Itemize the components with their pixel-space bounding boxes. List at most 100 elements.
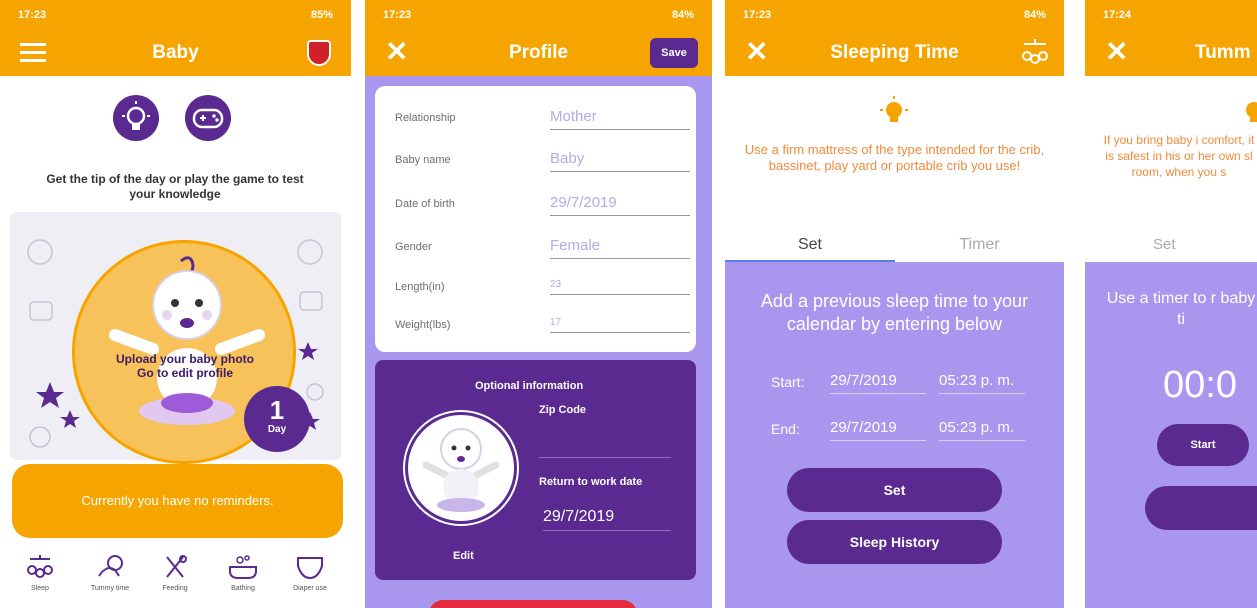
fork-spoon-icon	[166, 555, 187, 578]
nav-sleep[interactable]: Sleep	[20, 554, 60, 592]
app-bar: ✕ Profile Save	[365, 30, 712, 76]
day-number: 1	[269, 395, 285, 425]
profile-screen: 17:23 84% ✕ Profile Save Relationship Mo…	[365, 0, 712, 608]
home-screen: 17:23 85% Baby Get the tip of the day or…	[0, 0, 351, 608]
weight-label: Weight(lbs)	[395, 319, 451, 331]
bathtub-icon	[229, 555, 257, 579]
nav-label: Sleep	[31, 585, 49, 592]
tab-set-indicator	[725, 260, 895, 262]
baby-avatar[interactable]	[405, 412, 517, 524]
reminders-banner[interactable]: Currently you have no reminders.	[12, 464, 343, 538]
date-of-birth-label: Date of birth	[395, 198, 455, 210]
set-button[interactable]: Set	[787, 468, 1002, 512]
status-bar: 17:23 84%	[725, 0, 1064, 30]
nav-label: Feeding	[162, 585, 188, 592]
tummy-instructions: Use a timer to r baby ti	[1106, 290, 1256, 328]
tip-area: If you bring baby i comfort, it is safes…	[1085, 76, 1257, 262]
crest-icon[interactable]	[307, 40, 331, 66]
timer-display: 00:0	[1163, 364, 1237, 406]
lightbulb-icon	[122, 101, 150, 130]
app-bar: ✕ Tumm	[1085, 30, 1257, 76]
weight-field[interactable]: 17	[550, 317, 690, 333]
tip-area: Use a firm mattress of the type intended…	[725, 76, 1064, 262]
nav-label: Tummy time	[90, 585, 130, 592]
mobile-icon	[27, 555, 53, 578]
status-battery: 84%	[1023, 9, 1046, 21]
page-title: Sleeping Time	[830, 42, 959, 63]
diaper-icon	[297, 557, 323, 580]
page-title: Tumm	[1195, 42, 1251, 63]
day-counter: 1 Day	[244, 386, 310, 452]
return-to-work-label: Return to work date	[539, 476, 643, 488]
tummy-tip: If you bring baby i comfort, it is safes…	[1103, 133, 1255, 179]
end-date-field[interactable]: 29/7/2019	[830, 419, 926, 441]
day-label: Day	[267, 424, 287, 435]
status-battery: 85%	[310, 9, 333, 21]
date-of-birth-field[interactable]: 29/7/2019	[550, 194, 690, 216]
app-bar: ✕ Sleeping Time	[725, 30, 1064, 76]
optional-info-panel: Optional information Zip Code Return to …	[375, 360, 696, 580]
start-button[interactable]: Start	[1157, 424, 1249, 466]
tip-button[interactable]	[113, 95, 159, 141]
status-bar: 17:23 85%	[0, 0, 351, 30]
optional-title: Optional information	[475, 380, 584, 392]
zip-field[interactable]	[539, 440, 671, 458]
status-time: 17:23	[383, 9, 412, 21]
nav-diaper[interactable]: Diaper use	[290, 554, 330, 592]
end-time-field[interactable]: 05:23 p. m.	[939, 419, 1025, 441]
edit-photo-link[interactable]: Edit	[453, 550, 474, 562]
save-button[interactable]: Save	[650, 38, 698, 68]
return-to-work-field[interactable]: 29/7/2019	[543, 508, 671, 531]
tab-timer[interactable]: Timer	[895, 236, 1064, 254]
page-title: Baby	[152, 42, 199, 63]
status-bar: 17:24	[1085, 0, 1257, 30]
start-date-field[interactable]: 29/7/2019	[830, 372, 926, 394]
nav-feeding[interactable]: Feeding	[155, 554, 195, 592]
status-time: 17:24	[1103, 9, 1132, 21]
start-label: Start:	[771, 374, 805, 390]
baby-crawl-icon	[98, 555, 123, 577]
game-button[interactable]	[185, 95, 231, 141]
delete-button[interactable]	[429, 600, 637, 608]
length-label: Length(in)	[395, 281, 445, 293]
gender-field[interactable]: Female	[550, 237, 690, 259]
tab-set[interactable]: Set	[725, 236, 895, 254]
length-field[interactable]: 23	[550, 279, 690, 295]
close-icon[interactable]: ✕	[1105, 38, 1128, 66]
nav-tummy-time[interactable]: Tummy time	[88, 554, 132, 592]
stop-button[interactable]	[1145, 486, 1257, 530]
status-time: 17:23	[18, 9, 47, 21]
status-battery: 84%	[671, 9, 694, 21]
sleep-history-button[interactable]: Sleep History	[787, 520, 1002, 564]
nav-bathing[interactable]: Bathing	[223, 554, 263, 592]
status-bar: 17:23 84%	[365, 0, 712, 30]
start-time-field[interactable]: 05:23 p. m.	[939, 372, 1025, 394]
end-label: End:	[771, 421, 800, 437]
upload-photo-text: Upload your baby photo Go to edit profil…	[85, 352, 285, 380]
relationship-label: Relationship	[395, 112, 456, 124]
gamepad-icon	[192, 108, 224, 129]
gender-label: Gender	[395, 241, 432, 253]
nav-label: Diaper use	[293, 585, 327, 592]
mobile-icon	[1020, 38, 1050, 71]
status-time: 17:23	[743, 9, 772, 21]
tab-set[interactable]: Set	[1153, 236, 1176, 253]
nav-label: Bathing	[231, 585, 255, 592]
reminders-text: Currently you have no reminders.	[81, 493, 274, 508]
bottom-nav: Sleep Tummy time Feeding Bathing Diaper …	[0, 548, 351, 608]
upload-line-2: Go to edit profile	[137, 366, 233, 380]
tip-prompt: Get the tip of the day or play the game …	[46, 172, 304, 201]
sleeping-time-screen: 17:23 84% ✕ Sleeping Time Use a firm mat…	[725, 0, 1064, 608]
profile-form: Relationship Mother Baby name Baby Date …	[375, 86, 696, 352]
zip-label: Zip Code	[539, 404, 587, 416]
baby-name-field[interactable]: Baby	[550, 150, 690, 172]
baby-name-label: Baby name	[395, 154, 451, 166]
relationship-field[interactable]: Mother	[550, 108, 690, 130]
sleep-instructions: Add a previous sleep time to your calend…	[760, 291, 1029, 334]
app-bar: Baby	[0, 30, 351, 76]
upload-line-1: Upload your baby photo	[116, 352, 254, 366]
sleep-tip: Use a firm mattress of the type intended…	[744, 142, 1045, 173]
tummy-time-screen: 17:24 ✕ Tumm If you bring baby i comfort…	[1085, 0, 1257, 608]
lightbulb-icon	[1246, 102, 1257, 122]
lightbulb-icon	[880, 96, 908, 122]
